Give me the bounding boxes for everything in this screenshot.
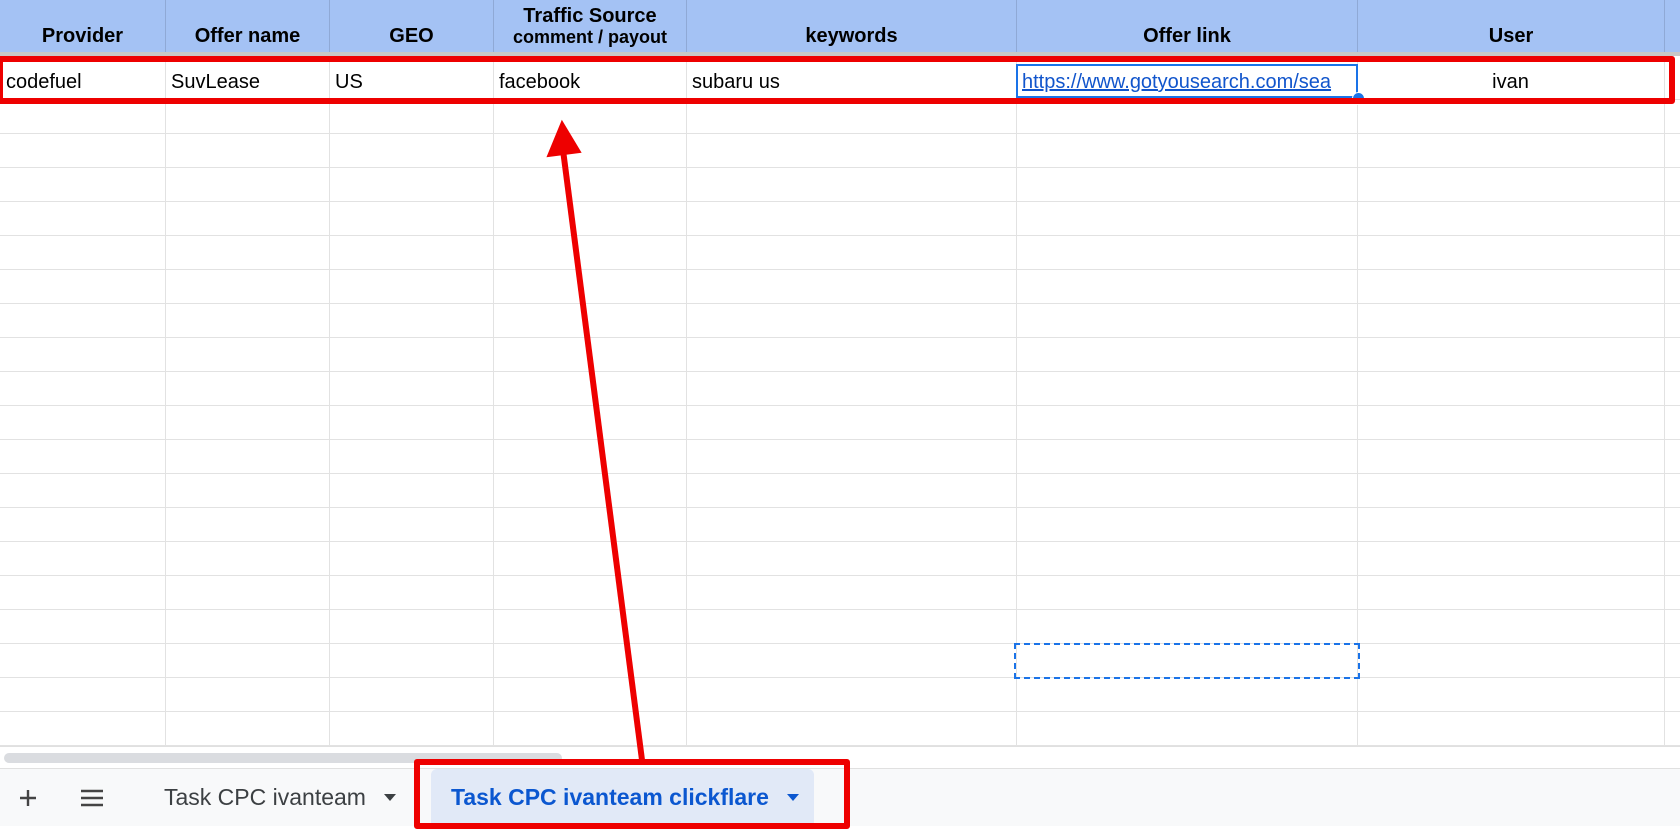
header-geo-label: GEO	[389, 25, 434, 47]
header-offer-name-label: Offer name	[194, 25, 301, 47]
header-user[interactable]: User	[1358, 0, 1665, 52]
grid-line	[0, 439, 1680, 440]
header-row: Provider Offer name GEO Traffic Source c…	[0, 0, 1680, 56]
annotation-highlight-tab	[414, 759, 850, 829]
header-provider[interactable]: Provider	[0, 0, 166, 52]
header-offer-link-label: Offer link	[1143, 25, 1231, 47]
grid-line	[0, 677, 1680, 678]
grid-line	[0, 507, 1680, 508]
grid-line	[0, 235, 1680, 236]
header-provider-label: Provider	[41, 25, 124, 47]
sheet-tab-label: Task CPC ivanteam	[164, 784, 366, 810]
grid-line	[0, 405, 1680, 406]
grid-line	[0, 303, 1680, 304]
copy-marquee	[1014, 643, 1360, 679]
grid-line	[0, 643, 1680, 644]
grid-line	[0, 371, 1680, 372]
grid-line	[0, 201, 1680, 202]
grid-line	[0, 167, 1680, 168]
header-keywords-label: keywords	[805, 25, 898, 47]
hamburger-menu-icon-glyph	[81, 789, 103, 806]
header-offer-name[interactable]: Offer name	[166, 0, 330, 52]
plus-icon-glyph	[20, 789, 36, 806]
grid-line	[0, 269, 1680, 270]
chevron-down-icon[interactable]	[383, 794, 396, 801]
hamburger-menu-icon[interactable]	[72, 769, 112, 826]
grid-line	[0, 711, 1680, 712]
grid-line	[0, 609, 1680, 610]
grid-line	[0, 541, 1680, 542]
header-user-label: User	[1488, 25, 1534, 47]
grid-line	[0, 473, 1680, 474]
header-keywords[interactable]: keywords	[687, 0, 1017, 52]
grid-line	[0, 337, 1680, 338]
plus-icon[interactable]	[8, 769, 48, 826]
header-traffic-source-sublabel: comment / payout	[512, 27, 668, 47]
header-traffic-source-label: Traffic Source	[523, 5, 657, 27]
sheet-tab-task-cpc-ivanteam[interactable]: Task CPC ivanteam	[152, 769, 420, 826]
spreadsheet-grid[interactable]: Provider Offer name GEO Traffic Source c…	[0, 0, 1680, 746]
header-traffic-source[interactable]: Traffic Source comment / payout	[494, 0, 687, 52]
grid-line	[0, 133, 1680, 134]
annotation-highlight-row	[0, 56, 1675, 104]
grid-line	[0, 575, 1680, 576]
header-geo[interactable]: GEO	[330, 0, 494, 52]
header-offer-link[interactable]: Offer link	[1017, 0, 1358, 52]
